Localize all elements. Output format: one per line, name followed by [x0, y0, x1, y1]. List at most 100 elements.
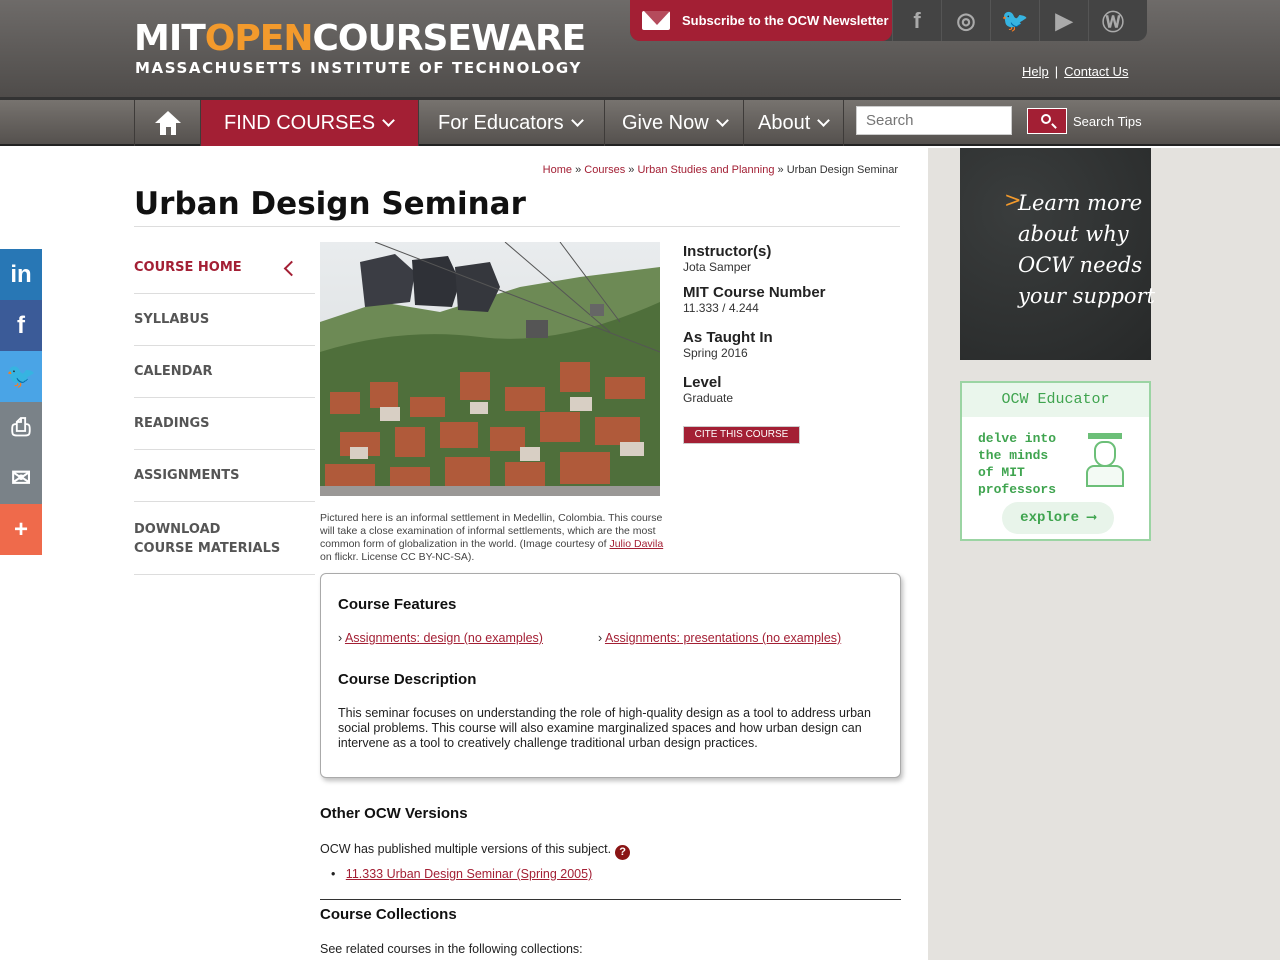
course-nav-syllabus[interactable]: SYLLABUS	[134, 294, 315, 346]
breadcrumb-current: Urban Design Seminar	[786, 164, 898, 176]
chevron-down-icon	[382, 113, 395, 127]
level-value: Graduate	[683, 391, 734, 405]
breadcrumb-home[interactable]: Home	[543, 164, 572, 176]
search-tips-link[interactable]: Search Tips	[1073, 114, 1142, 129]
search-icon	[1041, 114, 1051, 124]
course-collections-text: See related courses in the following col…	[320, 942, 583, 956]
top-bar: Subscribe to the OCW Newsletter f ◎ 🐦 ▶ …	[630, 0, 1147, 41]
explore-button[interactable]: explore ⟶	[1002, 502, 1114, 534]
course-features-heading: Course Features	[338, 596, 457, 613]
home-icon	[154, 111, 181, 135]
site-header: MITOPENCOURSEWARE MASSACHUSETTS INSTITUT…	[0, 0, 1280, 100]
support-ocw-banner[interactable]: Learn more about why OCW needs your supp…	[960, 148, 1155, 360]
home-button[interactable]	[134, 100, 200, 146]
nav-for-educators[interactable]: For Educators	[418, 100, 604, 146]
course-nav-label: READINGS	[134, 416, 210, 431]
envelope-icon	[642, 11, 670, 30]
nav-about-label: About	[758, 111, 811, 134]
course-nav-label: SYLLABUS	[134, 312, 210, 327]
course-image	[320, 242, 660, 496]
course-nav: COURSE HOME SYLLABUS CALENDAR READINGS A…	[134, 242, 315, 575]
help-icon[interactable]: ?	[615, 845, 631, 860]
cite-course-button[interactable]: CITE THIS COURSE	[683, 426, 800, 444]
course-info: Instructor(s) Jota Samper MIT Course Num…	[683, 243, 900, 415]
course-number-label: MIT Course Number	[683, 284, 826, 301]
nav-for-educators-label: For Educators	[438, 111, 564, 134]
course-nav-label: CALENDAR	[134, 364, 213, 379]
level-label: Level	[683, 374, 722, 391]
twitter-icon[interactable]: 🐦	[0, 351, 42, 402]
chevron-down-icon	[817, 113, 831, 127]
feature-item: › Assignments: design (no examples)	[338, 631, 543, 645]
course-nav-readings[interactable]: READINGS	[134, 398, 315, 450]
contact-us-link[interactable]: Contact Us	[1064, 64, 1128, 79]
other-versions-heading: Other OCW Versions	[320, 805, 468, 822]
professor-icon	[1082, 433, 1128, 489]
instagram-icon[interactable]: ◎	[941, 0, 990, 41]
educator-text: delve into the minds of MIT professors	[978, 431, 1057, 497]
ocw-educator-banner[interactable]: OCW Educator delve into the minds of MIT…	[960, 381, 1151, 541]
instructor-value: Jota Samper	[683, 260, 752, 274]
nav-find-courses[interactable]: FIND COURSES	[200, 100, 418, 146]
course-description-heading: Course Description	[338, 671, 477, 688]
logo-open: OPEN	[204, 18, 314, 59]
feature-item: › Assignments: presentations (no example…	[598, 631, 842, 645]
divider	[134, 574, 315, 575]
help-link[interactable]: Help	[1022, 64, 1049, 79]
other-versions-text: OCW has published multiple versions of t…	[320, 842, 631, 860]
help-separator: |	[1054, 64, 1059, 79]
breadcrumb-sep: »	[777, 164, 784, 176]
feature-link-presentations[interactable]: Assignments: presentations (no examples)	[605, 631, 841, 645]
other-version-link[interactable]: 11.333 Urban Design Seminar (Spring 2005…	[346, 867, 592, 881]
logo-mit: MIT	[134, 18, 206, 59]
twitter-icon[interactable]: 🐦	[990, 0, 1039, 41]
chevron-down-icon	[715, 113, 729, 127]
course-nav-assignments[interactable]: ASSIGNMENTS	[134, 450, 315, 502]
taught-in-label: As Taught In	[683, 329, 773, 346]
course-number-value: 11.333 / 4.244	[683, 301, 759, 315]
logo-subtitle: MASSACHUSETTS INSTITUTE OF TECHNOLOGY	[135, 59, 582, 77]
youtube-icon[interactable]: ▶	[1039, 0, 1088, 41]
search-button[interactable]	[1027, 108, 1067, 134]
chevron-down-icon	[570, 113, 584, 127]
subscribe-button[interactable]: Subscribe to the OCW Newsletter	[630, 0, 892, 41]
breadcrumb-sep: »	[628, 164, 635, 176]
breadcrumb-sep: »	[575, 164, 582, 176]
nav-find-courses-label: FIND COURSES	[224, 111, 376, 134]
breadcrumb-courses[interactable]: Courses	[584, 164, 625, 176]
course-collections-heading: Course Collections	[320, 906, 457, 923]
feature-link-design[interactable]: Assignments: design (no examples)	[345, 631, 543, 645]
course-nav-download[interactable]: DOWNLOAD COURSE MATERIALS	[134, 502, 284, 574]
facebook-icon[interactable]: f	[0, 300, 42, 351]
print-icon[interactable]: ⎙	[0, 402, 42, 453]
linkedin-icon[interactable]: in	[0, 249, 42, 300]
other-versions-desc: OCW has published multiple versions of t…	[320, 842, 612, 856]
course-description: This seminar focuses on understanding th…	[338, 706, 871, 750]
course-nav-calendar[interactable]: CALENDAR	[134, 346, 315, 398]
email-icon[interactable]: ✉	[0, 453, 42, 504]
ocw-logo[interactable]: MITOPENCOURSEWARE	[134, 18, 587, 59]
list-item: • 11.333 Urban Design Seminar (Spring 20…	[331, 867, 593, 881]
breadcrumb-department[interactable]: Urban Studies and Planning	[637, 164, 774, 176]
image-caption: Pictured here is an informal settlement …	[320, 512, 665, 564]
photographer-link[interactable]: Julio Davila	[609, 538, 663, 550]
facebook-icon[interactable]: f	[892, 0, 941, 41]
educator-title: OCW Educator	[962, 383, 1149, 417]
nav-give-now[interactable]: Give Now	[604, 100, 743, 146]
search-input[interactable]	[856, 106, 1012, 135]
nav-about[interactable]: About	[743, 100, 844, 146]
wordpress-icon[interactable]: Ⓦ	[1088, 0, 1137, 41]
divider	[320, 899, 901, 900]
divider	[134, 226, 900, 227]
subscribe-label: Subscribe to the OCW Newsletter	[682, 13, 889, 28]
breadcrumb: Home » Courses » Urban Studies and Plann…	[543, 164, 898, 176]
logo-courseware: COURSEWARE	[312, 18, 587, 59]
chevron-left-icon	[283, 260, 300, 277]
support-ocw-text: Learn more about why OCW needs your supp…	[1018, 191, 1156, 308]
course-nav-label: COURSE HOME	[134, 260, 242, 275]
social-links: f ◎ 🐦 ▶ Ⓦ	[892, 0, 1137, 41]
course-nav-label: ASSIGNMENTS	[134, 468, 240, 483]
chalk-arrow-icon: >	[1004, 188, 1022, 212]
more-icon[interactable]: +	[0, 504, 42, 555]
course-nav-home[interactable]: COURSE HOME	[134, 242, 315, 294]
